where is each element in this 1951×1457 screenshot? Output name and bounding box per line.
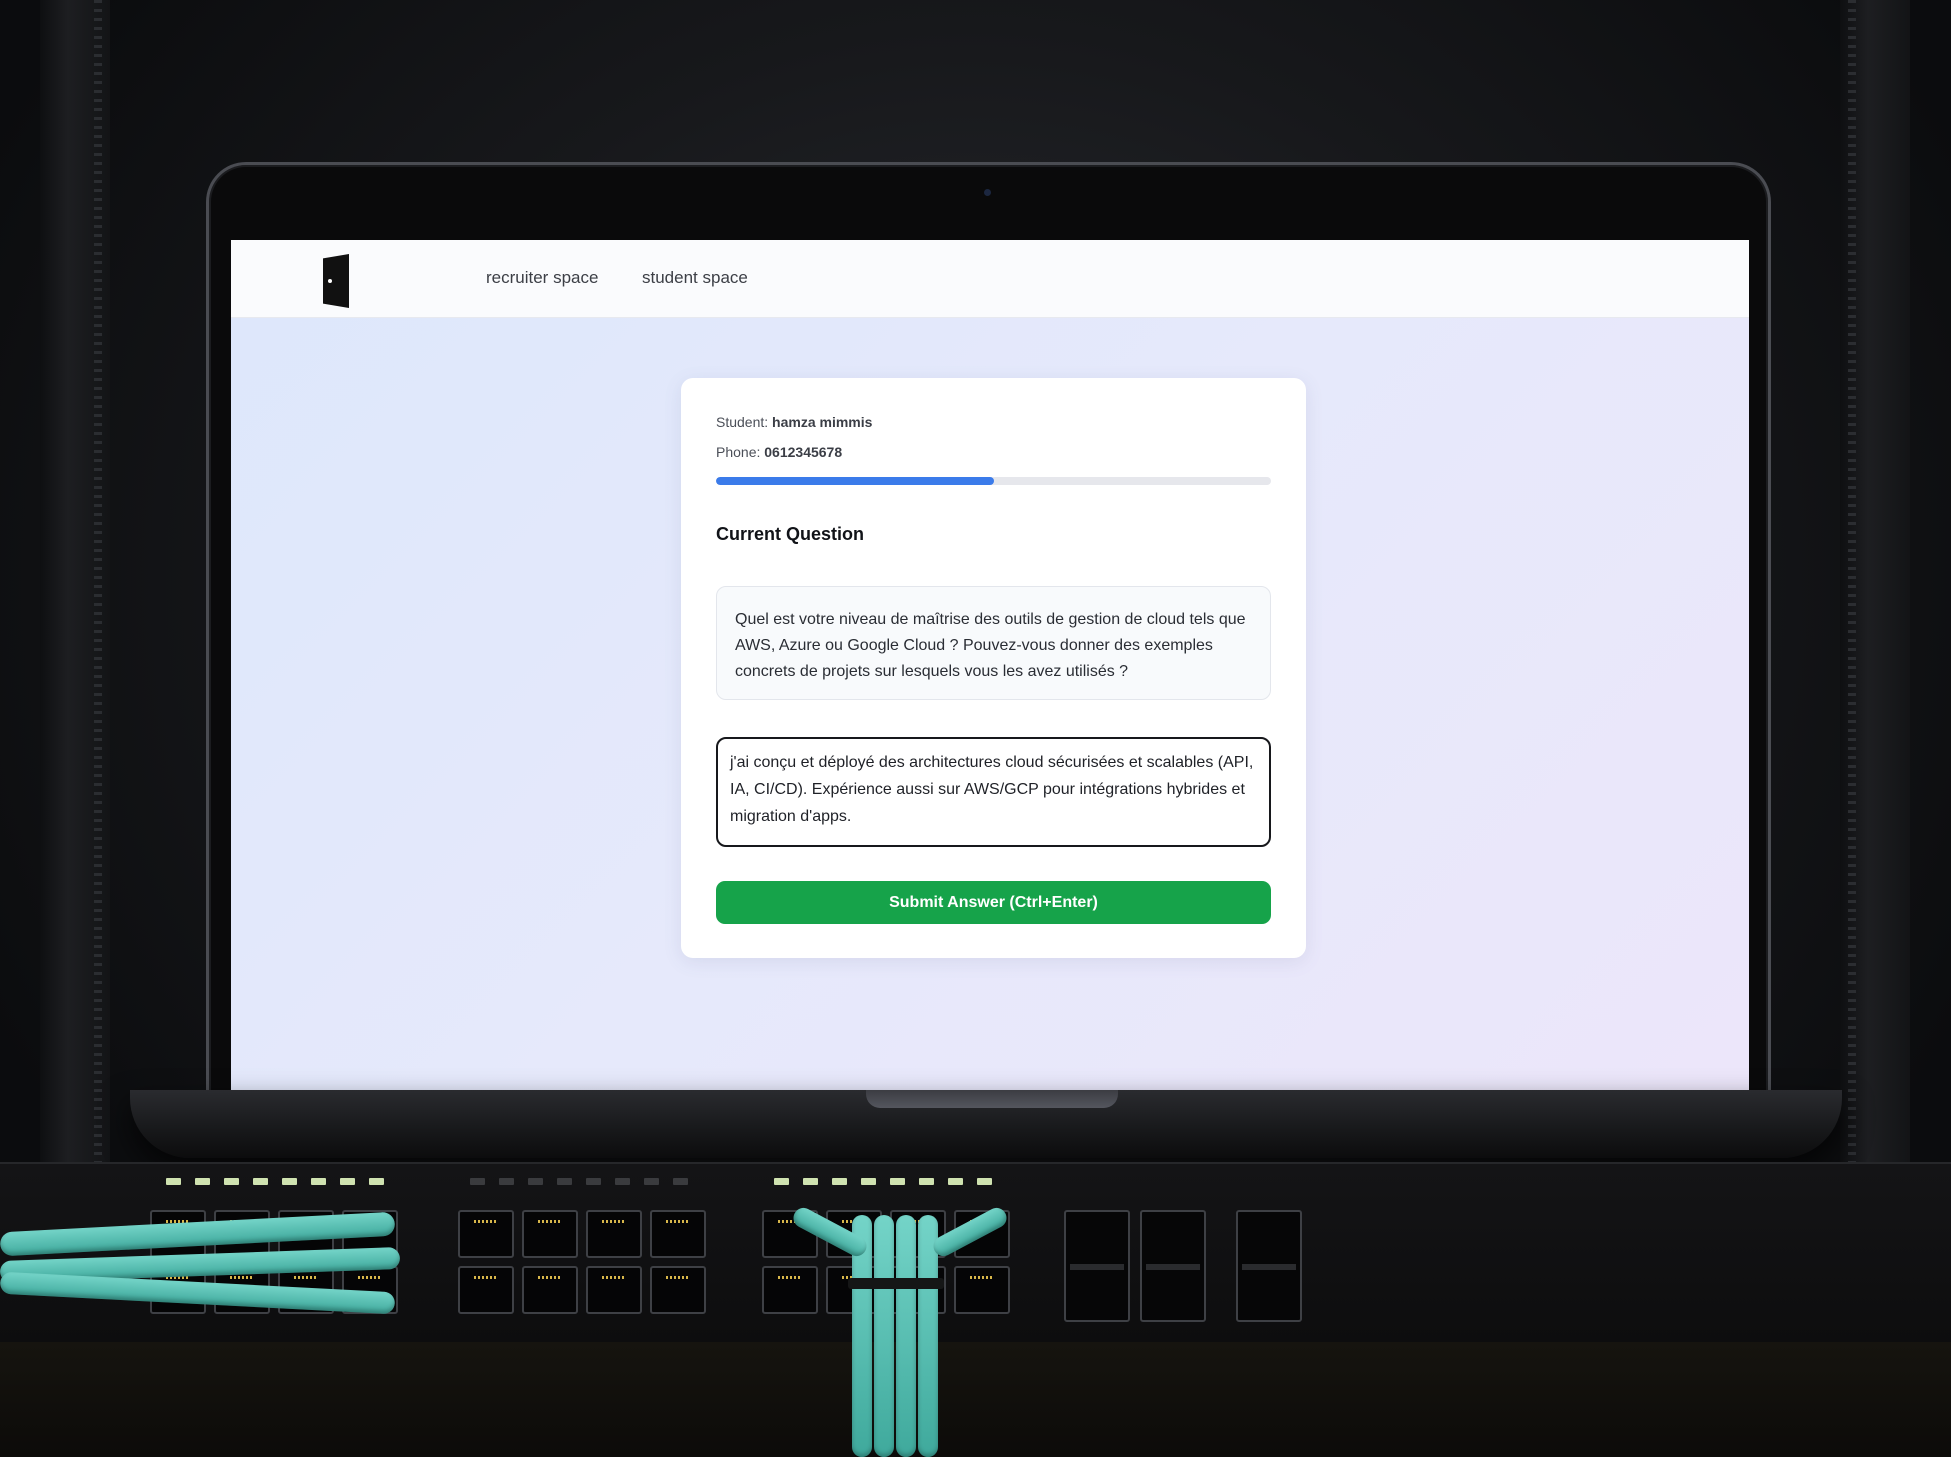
phone-number: 0612345678 bbox=[764, 444, 843, 460]
top-navbar: recruiter space student space bbox=[231, 240, 1749, 318]
nav-link-student-space[interactable]: student space bbox=[642, 268, 748, 288]
switch-leds-2 bbox=[470, 1178, 688, 1186]
switch-leds-3 bbox=[774, 1178, 992, 1186]
progress-fill bbox=[716, 477, 994, 485]
nav-link-recruiter-space[interactable]: recruiter space bbox=[486, 268, 598, 288]
interview-card: Student: hamza mimmis Phone: 0612345678 … bbox=[681, 378, 1306, 958]
rack-rail-right bbox=[1840, 0, 1910, 1180]
student-info: Student: hamza mimmis bbox=[716, 414, 872, 430]
laptop-hinge-notch bbox=[866, 1090, 1118, 1108]
phone-label: Phone: bbox=[716, 444, 761, 460]
webcam-icon bbox=[984, 189, 991, 196]
answer-input[interactable]: j'ai conçu et déployé des architectures … bbox=[716, 737, 1271, 847]
phone-info: Phone: 0612345678 bbox=[716, 444, 842, 460]
student-label: Student: bbox=[716, 414, 769, 430]
laptop-screen: recruiter space student space Student: h… bbox=[231, 240, 1749, 1090]
switch-leds-1 bbox=[166, 1178, 384, 1186]
cable-tie bbox=[848, 1278, 944, 1289]
rack-rail-left bbox=[40, 0, 110, 1180]
desk-surface bbox=[0, 1342, 1951, 1457]
student-name: hamza mimmis bbox=[772, 414, 873, 430]
network-cable bbox=[896, 1215, 916, 1457]
photo-scene: recruiter space student space Student: h… bbox=[0, 0, 1951, 1457]
submit-answer-button[interactable]: Submit Answer (Ctrl+Enter) bbox=[716, 881, 1271, 924]
port-group-2 bbox=[458, 1210, 706, 1314]
question-text: Quel est votre niveau de maîtrise des ou… bbox=[716, 586, 1271, 700]
progress-bar bbox=[716, 477, 1271, 485]
network-cable bbox=[874, 1215, 894, 1457]
door-logo-icon[interactable] bbox=[323, 254, 349, 308]
current-question-heading: Current Question bbox=[716, 524, 865, 544]
sfp-ports bbox=[1064, 1210, 1302, 1322]
